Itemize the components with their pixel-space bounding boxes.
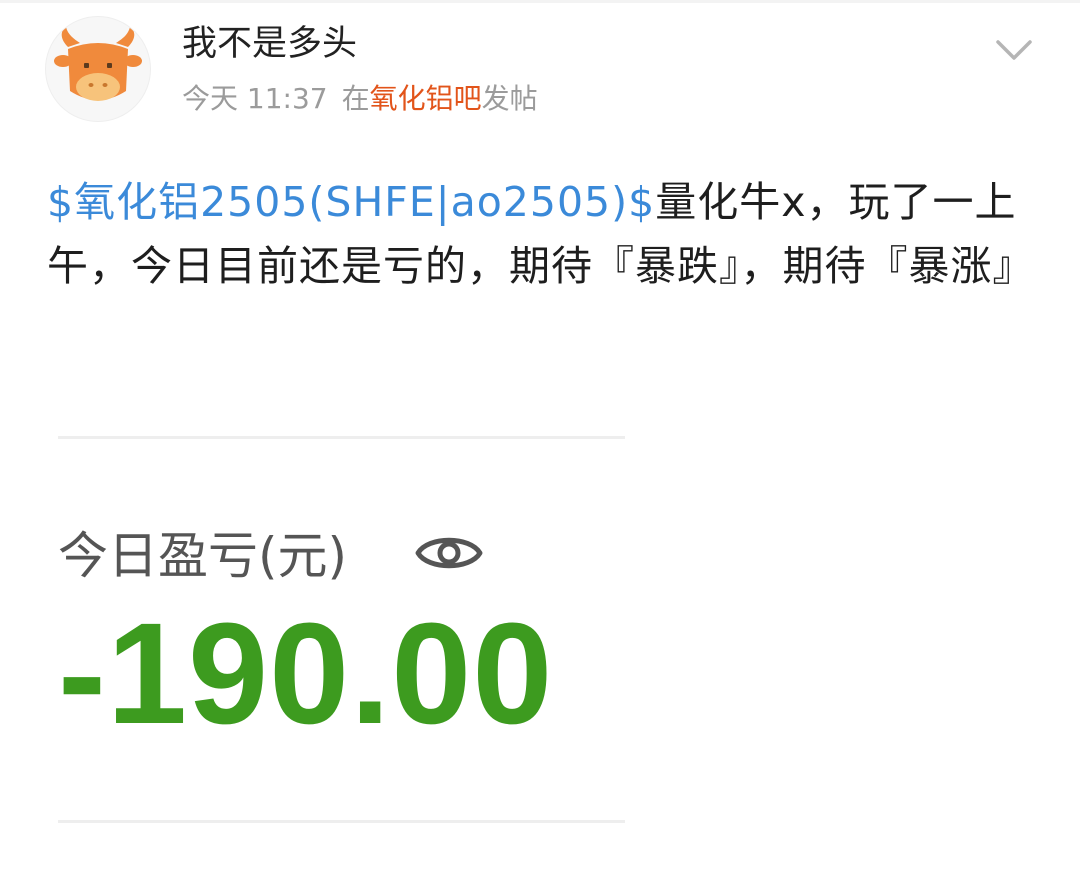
posted-in-suffix: 发帖 bbox=[481, 82, 538, 115]
top-divider bbox=[0, 0, 1080, 3]
post-meta: 今天 11:37 在氧化铝吧发帖 bbox=[182, 79, 538, 119]
attached-screenshot[interactable]: 今日盈亏(元) -190.00 bbox=[58, 436, 625, 826]
post-body: $氧化铝2505(SHFE|ao2505)$量化牛x，玩了一上午，今日目前还是亏… bbox=[47, 170, 1037, 298]
post-time: 今天 11:37 bbox=[182, 82, 328, 115]
screenshot-top-divider bbox=[58, 436, 625, 439]
posted-in-prefix: 在 bbox=[341, 82, 370, 115]
daily-pnl-value: -190.00 bbox=[58, 593, 554, 754]
post-detail-page: 我不是多头 今天 11:37 在氧化铝吧发帖 $氧化铝2505(SHFE|ao25… bbox=[0, 0, 1080, 872]
eye-icon bbox=[414, 528, 484, 578]
daily-pnl-label: 今日盈亏(元) bbox=[58, 527, 348, 585]
cow-avatar-icon[interactable] bbox=[45, 16, 151, 122]
screenshot-bottom-divider bbox=[58, 820, 625, 823]
forum-link[interactable]: 氧化铝吧 bbox=[370, 82, 482, 115]
stock-tag-link[interactable]: $氧化铝2505(SHFE|ao2505)$ bbox=[47, 178, 655, 226]
post-author-name[interactable]: 我不是多头 bbox=[182, 22, 357, 66]
chevron-down-icon[interactable] bbox=[992, 32, 1036, 68]
